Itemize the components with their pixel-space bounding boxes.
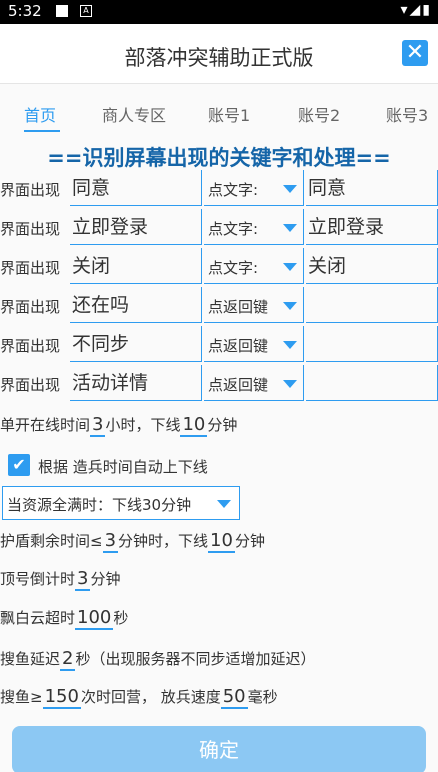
rule-row: 界面出现 不同步 点返回键	[0, 326, 438, 364]
online-time-label: 单开在线时间	[0, 416, 91, 434]
confirm-button[interactable]: 确定	[12, 726, 426, 772]
notification-icon	[56, 5, 68, 17]
keyword-input[interactable]: 关闭	[70, 248, 202, 284]
online-mid-label: 小时，下线	[105, 416, 181, 434]
online-time-row: 单开在线时间 3 小时，下线 10 分钟	[0, 414, 237, 437]
section-title: ==识别屏幕出现的关键字和处理==	[47, 146, 391, 170]
active-tab-indicator	[24, 130, 60, 132]
shield-label: 护盾剩余时间≤	[0, 532, 103, 550]
dropdown-arrow-icon	[283, 380, 297, 388]
resource-full-select[interactable]: 当资源全满时：下线30分钟	[2, 486, 240, 520]
tab-merchant[interactable]: 商人专区	[102, 102, 166, 126]
cloud-timeout-label: 飘白云超时	[0, 609, 76, 627]
search-count-input[interactable]: 150	[42, 686, 81, 709]
keyword-input[interactable]: 立即登录	[70, 209, 202, 245]
dropdown-arrow-icon	[217, 500, 231, 508]
dropdown-arrow-icon	[283, 224, 297, 232]
rule-label: 界面出现	[0, 376, 61, 394]
action-select-value: 点返回键	[208, 376, 269, 394]
action-value-input[interactable]	[306, 365, 438, 401]
search-return-suffix-label: 毫秒	[247, 688, 278, 706]
shield-suffix-label: 分钟	[234, 532, 265, 550]
action-select-value: 点返回键	[208, 298, 269, 316]
rule-label: 界面出现	[0, 181, 61, 199]
action-select-value: 点返回键	[208, 337, 269, 355]
shield-minutes-input[interactable]: 3	[102, 530, 119, 553]
check-icon: ✔	[12, 455, 26, 474]
dropdown-arrow-icon	[283, 263, 297, 271]
resource-full-value: 当资源全满时：下线30分钟	[7, 496, 192, 514]
app-title: 部落冲突辅助正式版	[124, 46, 314, 70]
cloud-timeout-row: 飘白云超时 100 秒	[0, 607, 128, 630]
action-value-input[interactable]: 立即登录	[306, 209, 438, 245]
rule-label: 界面出现	[0, 298, 61, 316]
action-select-value: 点文字:	[208, 220, 259, 238]
search-delay-label: 搜鱼延迟	[0, 650, 61, 668]
rule-row: 界面出现 还在吗 点返回键	[0, 287, 438, 325]
offline-minutes-input[interactable]: 10	[180, 414, 208, 437]
tab-account-3[interactable]: 账号3	[386, 102, 428, 126]
troop-speed-input[interactable]: 50	[220, 686, 248, 709]
auto-online-checkbox[interactable]: ✔	[8, 454, 30, 476]
keyword-input[interactable]: 活动详情	[70, 365, 202, 401]
countdown-label: 顶号倒计时	[0, 570, 76, 588]
countdown-row: 顶号倒计时 3 分钟	[0, 568, 120, 591]
online-suffix-label: 分钟	[207, 416, 238, 434]
keyword-input[interactable]: 同意	[70, 170, 202, 206]
rule-row: 界面出现 活动详情 点返回键	[0, 365, 438, 403]
title-bar: 部落冲突辅助正式版 ✕	[0, 24, 438, 84]
search-delay-input[interactable]: 2	[60, 648, 76, 671]
search-return-mid-label: 次时回营， 放兵速度	[80, 688, 221, 706]
action-value-input[interactable]: 同意	[306, 170, 438, 206]
action-select[interactable]: 点文字:	[204, 248, 304, 284]
online-hours-input[interactable]: 3	[90, 414, 106, 437]
action-select-value: 点文字:	[208, 259, 259, 277]
shield-offline-input[interactable]: 10	[208, 530, 235, 553]
rule-row: 界面出现 同意 点文字: 同意	[0, 170, 438, 208]
action-value-input[interactable]	[306, 326, 438, 362]
tab-home[interactable]: 首页	[24, 102, 56, 126]
search-delay-row: 搜鱼延迟 2 秒（出现服务器不同步适增加延迟）	[0, 648, 315, 671]
close-button[interactable]: ✕	[402, 40, 428, 66]
search-delay-suffix-label: 秒（出现服务器不同步适增加延迟）	[75, 650, 316, 668]
tab-account-1[interactable]: 账号1	[208, 102, 250, 126]
rule-label: 界面出现	[0, 220, 61, 238]
status-bar: 5:32 A ▾◢▮	[0, 0, 438, 24]
signal-battery-icons: ▾◢▮	[400, 2, 432, 18]
tab-bar: 首页 商人专区 账号1 账号2 账号3	[0, 90, 438, 134]
keyword-input[interactable]: 不同步	[70, 326, 202, 362]
search-return-label: 搜鱼≥	[0, 688, 43, 706]
app-notification-icon: A	[80, 5, 92, 17]
action-select[interactable]: 点文字:	[204, 170, 304, 206]
cloud-timeout-input[interactable]: 100	[75, 607, 114, 630]
action-select[interactable]: 点文字:	[204, 209, 304, 245]
rule-label: 界面出现	[0, 337, 61, 355]
rule-label: 界面出现	[0, 259, 61, 277]
status-time: 5:32	[8, 2, 42, 20]
action-select[interactable]: 点返回键	[204, 365, 304, 401]
tab-account-2[interactable]: 账号2	[298, 102, 340, 126]
rule-row: 界面出现 立即登录 点文字: 立即登录	[0, 209, 438, 247]
countdown-suffix-label: 分钟	[90, 570, 121, 588]
action-value-input[interactable]: 关闭	[306, 248, 438, 284]
countdown-input[interactable]: 3	[75, 568, 91, 591]
shield-mid-label: 分钟时，下线	[118, 532, 209, 550]
cloud-timeout-suffix-label: 秒	[113, 609, 129, 627]
rule-row: 界面出现 关闭 点文字: 关闭	[0, 248, 438, 286]
dropdown-arrow-icon	[283, 341, 297, 349]
search-return-row: 搜鱼≥ 150 次时回营， 放兵速度 50 毫秒	[0, 686, 278, 709]
keyword-input[interactable]: 还在吗	[70, 287, 202, 323]
shield-row: 护盾剩余时间≤ 3 分钟时，下线 10 分钟	[0, 530, 265, 553]
action-value-input[interactable]	[306, 287, 438, 323]
auto-online-label: 根据 造兵时间自动上下线	[38, 458, 208, 476]
dropdown-arrow-icon	[283, 185, 297, 193]
action-select-value: 点文字:	[208, 181, 259, 199]
action-select[interactable]: 点返回键	[204, 326, 304, 362]
dropdown-arrow-icon	[283, 302, 297, 310]
action-select[interactable]: 点返回键	[204, 287, 304, 323]
